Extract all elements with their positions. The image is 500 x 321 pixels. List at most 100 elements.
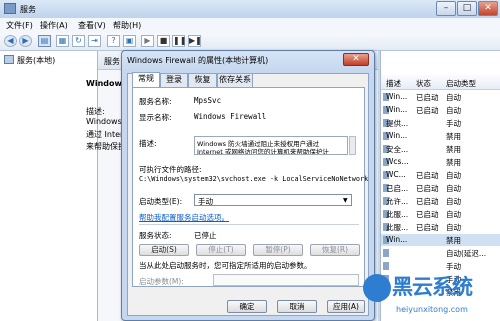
- cell-startup-type: 禁用: [446, 236, 461, 245]
- cell-description: 此服...: [386, 223, 409, 232]
- service-icon: [383, 249, 389, 257]
- tab-general[interactable]: 常规: [132, 72, 160, 88]
- start-params-label: 启动参数(M):: [139, 277, 184, 286]
- table-row[interactable]: 此服... 已启动 自动: [381, 221, 500, 233]
- path-label: 可执行文件的路径:: [139, 165, 202, 174]
- path-value: C:\Windows\system32\svchost.exe -k Local…: [139, 175, 369, 183]
- export-icon[interactable]: ⇥: [88, 35, 101, 47]
- services-window: 服务 – □ ✕ 文件(F) 操作(A) 查看(V) 帮助(H) ◀ ▶ ▤ ▦…: [0, 0, 500, 321]
- table-row[interactable]: Wcs... 禁用: [381, 156, 500, 168]
- table-row[interactable]: Win... 已启动 自动: [381, 104, 500, 116]
- resume-button[interactable]: 恢复(R): [310, 244, 360, 256]
- cell-description: Win...: [386, 235, 408, 244]
- cell-status: 已启动: [416, 93, 439, 102]
- dialog-body: 常规 登录 恢复 依存关系 服务名称: MpsSvc 显示名称: Windows…: [127, 72, 369, 316]
- menu-view[interactable]: 查看(V): [78, 20, 106, 31]
- cell-startup-type: 自动: [446, 184, 461, 193]
- maximize-button[interactable]: □: [457, 1, 477, 16]
- table-row[interactable]: 此服... 已启动 自动: [381, 208, 500, 220]
- pause-icon[interactable]: ❚❚: [172, 35, 186, 47]
- start-button[interactable]: 启动(S): [139, 244, 189, 256]
- table-row[interactable]: 允许... 已启动 自动: [381, 195, 500, 207]
- column-status[interactable]: 状态: [416, 78, 431, 89]
- startup-type-label: 启动类型(E):: [139, 197, 183, 206]
- title-bar: 服务 – □ ✕: [0, 0, 500, 18]
- restart-icon[interactable]: ▶❚: [188, 35, 202, 47]
- cell-status: 已启动: [416, 184, 439, 193]
- refresh-icon[interactable]: ↻: [72, 35, 85, 47]
- table-row[interactable]: 安全... 禁用: [381, 143, 500, 155]
- pause-button[interactable]: 暂停(P): [253, 244, 303, 256]
- menu-file[interactable]: 文件(F): [6, 20, 33, 31]
- table-row[interactable]: Win... 禁用: [381, 130, 500, 142]
- watermark-url: heiyunxitong.com: [396, 305, 468, 314]
- stop-icon[interactable]: ■: [157, 35, 170, 47]
- services-app-icon: [4, 3, 16, 14]
- table-row[interactable]: 自动(延迟...: [381, 247, 500, 259]
- menu-bar: 文件(F) 操作(A) 查看(V) 帮助(H): [0, 18, 500, 34]
- tree-item-services-local[interactable]: 服务(本地): [17, 55, 55, 66]
- startup-type-select[interactable]: 手动 ▼: [194, 194, 352, 206]
- menu-action[interactable]: 操作(A): [40, 20, 68, 31]
- cell-startup-type: 自动: [446, 106, 461, 115]
- column-startup-type[interactable]: 启动类型: [446, 78, 476, 89]
- description-scrollbar[interactable]: [349, 136, 356, 155]
- services-local-icon: [4, 55, 14, 64]
- ok-button[interactable]: 确定: [227, 300, 267, 313]
- close-button[interactable]: ✕: [478, 1, 498, 16]
- general-tab-page: 服务名称: MpsSvc 显示名称: Windows Firewall 描述: …: [132, 87, 369, 287]
- play-icon[interactable]: ▶: [141, 35, 154, 47]
- cell-description: Win...: [386, 92, 408, 101]
- cell-description: 已启...: [386, 184, 409, 193]
- cell-description: 安全...: [386, 145, 409, 154]
- display-name-value: Windows Firewall: [194, 112, 267, 121]
- table-row[interactable]: 提供... 手动: [381, 117, 500, 129]
- dialog-close-button[interactable]: ✕: [343, 53, 369, 66]
- extended-desc-line: 来帮助保护: [86, 142, 126, 151]
- cell-startup-type: 自动: [446, 210, 461, 219]
- cell-startup-type: 手动: [446, 119, 461, 128]
- cell-startup-type: 禁用: [446, 158, 461, 167]
- cell-startup-type: 自动: [446, 93, 461, 102]
- tab-recovery[interactable]: 恢复: [188, 73, 217, 87]
- cell-startup-type: 禁用: [446, 145, 461, 154]
- cell-description: Win...: [386, 105, 408, 114]
- cell-startup-type: 自动(延迟...: [446, 249, 487, 258]
- startup-hint: 当从此处启动服务时，您可指定所适用的启动参数。: [139, 261, 312, 270]
- watermark-text: 黑云系统: [392, 275, 473, 299]
- display-name-label: 显示名称:: [139, 113, 172, 122]
- menu-help[interactable]: 帮助(H): [113, 20, 141, 31]
- cell-status: 已启动: [416, 210, 439, 219]
- cell-status: 已启动: [416, 223, 439, 232]
- column-description[interactable]: 描述: [386, 78, 401, 89]
- table-row[interactable]: Win... 禁用: [381, 234, 500, 246]
- info-icon[interactable]: ▣: [123, 35, 136, 47]
- tab-logon[interactable]: 登录: [160, 73, 188, 87]
- help-icon[interactable]: ?: [107, 35, 120, 47]
- details-header-label: 服务: [104, 57, 120, 66]
- cell-description: 允许...: [386, 197, 409, 206]
- start-params-input[interactable]: [213, 274, 359, 286]
- table-row[interactable]: 已启... 已启动 自动: [381, 182, 500, 194]
- help-configure-link[interactable]: 帮助我配置服务启动选项。: [139, 212, 229, 223]
- description-label: 描述:: [139, 139, 157, 148]
- table-row[interactable]: Win... 已启动 自动: [381, 91, 500, 103]
- console-tree-icon[interactable]: ▤: [38, 35, 51, 47]
- back-icon[interactable]: ◀: [4, 35, 17, 47]
- apply-button[interactable]: 应用(A): [327, 300, 365, 313]
- cell-status: 已启动: [416, 106, 439, 115]
- properties-icon[interactable]: ▦: [56, 35, 69, 47]
- minimize-button[interactable]: –: [436, 1, 456, 16]
- table-row[interactable]: WC... 已启动 自动: [381, 169, 500, 181]
- cell-description: WC...: [386, 170, 406, 179]
- description-textbox[interactable]: Windows 防火墙通过阻止未授权用户通过 Internet 或网络访问您的计…: [194, 136, 348, 155]
- service-name-value: MpsSvc: [194, 96, 222, 105]
- cancel-button[interactable]: 取消: [277, 300, 317, 313]
- forward-icon[interactable]: ▶: [19, 35, 32, 47]
- tab-dependencies[interactable]: 依存关系: [217, 73, 253, 87]
- service-status-label: 服务状态:: [139, 231, 172, 240]
- list-header: 描述 状态 启动类型: [381, 75, 500, 90]
- cell-startup-type: 自动: [446, 197, 461, 206]
- stop-button[interactable]: 停止(T): [196, 244, 246, 256]
- console-tree: 服务(本地): [0, 51, 98, 321]
